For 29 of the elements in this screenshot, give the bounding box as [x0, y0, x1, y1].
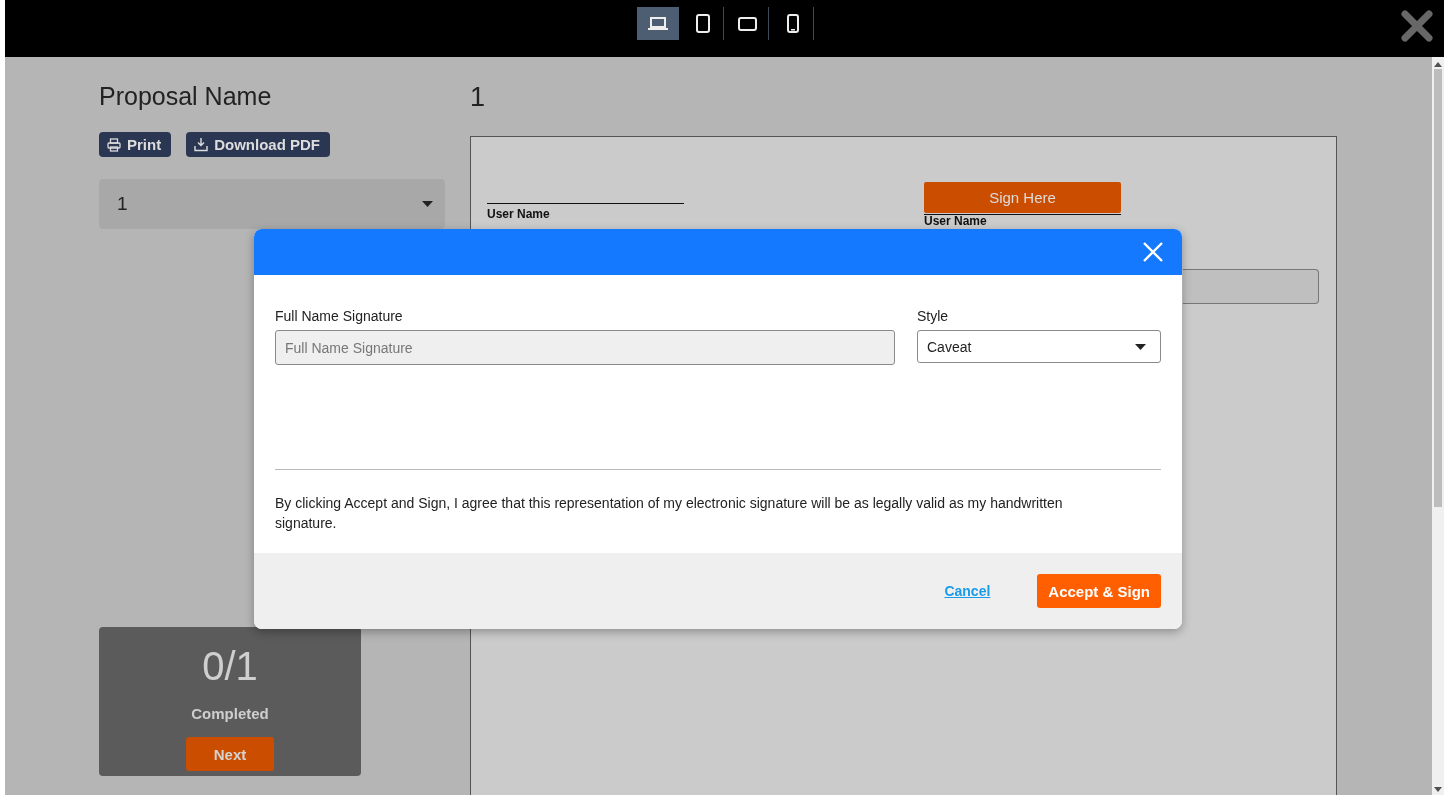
laptop-icon [648, 16, 668, 31]
tablet-icon [695, 14, 710, 33]
close-icon[interactable] [1401, 10, 1433, 42]
signer-name: User Name [924, 215, 988, 227]
tablet-icon [738, 16, 757, 31]
scroll-thumb[interactable] [1434, 69, 1442, 507]
page-title: 1 [470, 81, 487, 114]
style-select[interactable]: Caveat [917, 330, 1161, 363]
field-label: Full Name Signature [275, 308, 404, 325]
phone-icon [786, 14, 799, 33]
sign-here-button[interactable]: Sign Here [924, 182, 1121, 213]
progress-count: 0/1 [202, 643, 258, 689]
signer-name: User Name [487, 207, 551, 221]
scrollbar[interactable] [1432, 57, 1444, 795]
field-label: Style [917, 308, 950, 325]
input-field[interactable] [1183, 269, 1319, 304]
scroll-down-icon[interactable] [1434, 787, 1442, 792]
progress-label: Completed [191, 705, 269, 722]
download-icon [194, 137, 209, 152]
scroll-up-icon[interactable] [1434, 62, 1442, 67]
printer-icon [107, 137, 121, 152]
caret-icon [422, 201, 433, 207]
download-button[interactable]: Download PDF [186, 132, 330, 157]
caret-icon [1135, 343, 1146, 350]
print-button[interactable]: Print [99, 132, 172, 157]
consent-text: By clicking Accept and Sign, I agree that this representation of my electronic signature will be as legally valid as my handwritten signature. [275, 494, 1064, 533]
proposal-title: Proposal Name [99, 81, 273, 111]
page-select[interactable]: 1 [99, 179, 445, 229]
signature-name-field[interactable]: Full Name Signature [275, 330, 895, 365]
